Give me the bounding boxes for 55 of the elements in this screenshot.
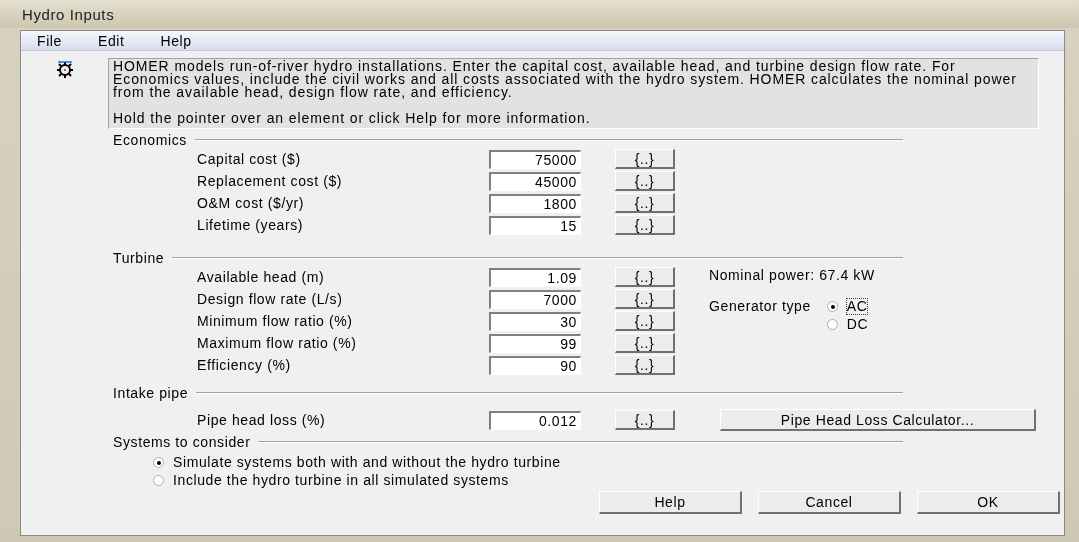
- section-title: Systems to consider: [113, 434, 251, 450]
- radio-button[interactable]: [153, 474, 164, 486]
- menu-item[interactable]: Help: [160, 32, 192, 49]
- sensitivity-button[interactable]: {..}: [615, 267, 675, 287]
- input-field[interactable]: 99: [489, 333, 581, 353]
- menu-item[interactable]: Edit: [97, 32, 125, 49]
- input-field[interactable]: 90: [489, 355, 581, 375]
- sensitivity-button[interactable]: {..}: [615, 289, 675, 309]
- field-label: Replacement cost ($): [197, 173, 344, 189]
- sensitivity-button[interactable]: {..}: [615, 311, 675, 331]
- input-field[interactable]: 0.012: [489, 410, 581, 430]
- gear-icon: [54, 60, 75, 78]
- field-label: Lifetime (years): [197, 217, 305, 233]
- section-title: Turbine: [113, 250, 165, 266]
- sensitivity-button[interactable]: {..}: [615, 149, 675, 169]
- description-text: HOMER models run-of-river hydro installations. Enter the capital cost, available head, and turbine design flow rate. For Economics values, include the civil works and all costs associated with the hydro system. HOMER calculates the nominal power from the available head, design flow rate, and efficiency.: [113, 60, 1018, 99]
- radio-label[interactable]: Include the hydro turbine in all simulated systems: [172, 471, 510, 489]
- sensitivity-button[interactable]: {..}: [615, 333, 675, 353]
- window-title: Hydro Inputs: [22, 5, 115, 23]
- radio-label[interactable]: Simulate systems both with and without the hydro turbine: [172, 453, 562, 471]
- menu-item[interactable]: File: [37, 32, 62, 49]
- field-label: Minimum flow ratio (%): [197, 313, 354, 329]
- field-label: Capital cost ($): [197, 151, 302, 167]
- sensitivity-button[interactable]: {..}: [615, 171, 675, 191]
- generator-type-label: Generator type: [709, 297, 811, 314]
- field-label: Efficiency (%): [197, 357, 292, 373]
- field-label: O&M cost ($/yr): [197, 195, 305, 211]
- input-field[interactable]: 1800: [489, 193, 581, 213]
- field-label: Available head (m): [197, 269, 326, 285]
- sensitivity-button[interactable]: {..}: [615, 355, 675, 375]
- dialog-button[interactable]: Help: [599, 491, 742, 514]
- nominal-power-text: Nominal power: 67.4 kW: [709, 267, 875, 283]
- radio-label[interactable]: DC: [845, 315, 870, 333]
- description-text: Hold the pointer over an element or click Help for more information.: [113, 112, 592, 125]
- input-field[interactable]: 75000: [489, 149, 581, 169]
- radio-button[interactable]: [826, 300, 838, 312]
- section-title: Intake pipe: [113, 385, 189, 401]
- radio-label[interactable]: AC: [845, 297, 869, 315]
- input-field[interactable]: 30: [489, 311, 581, 331]
- input-field[interactable]: 7000: [489, 289, 581, 309]
- sensitivity-button[interactable]: {..}: [615, 193, 675, 213]
- input-field[interactable]: 45000: [489, 171, 581, 191]
- section-title: Economics: [113, 132, 187, 148]
- sensitivity-button[interactable]: {..}: [615, 215, 675, 235]
- sensitivity-button[interactable]: {..}: [615, 410, 675, 430]
- input-field[interactable]: 1.09: [489, 267, 581, 287]
- field-label: Design flow rate (L/s): [197, 291, 344, 307]
- radio-button[interactable]: [153, 456, 164, 468]
- field-label: Maximum flow ratio (%): [197, 335, 358, 351]
- dialog-button[interactable]: Cancel: [758, 491, 901, 514]
- calculator-button[interactable]: Pipe Head Loss Calculator...: [720, 409, 1036, 431]
- dialog-button[interactable]: OK: [917, 491, 1060, 514]
- radio-button[interactable]: [826, 318, 838, 330]
- input-field[interactable]: 15: [489, 215, 581, 235]
- field-label: Pipe head loss (%): [197, 412, 327, 428]
